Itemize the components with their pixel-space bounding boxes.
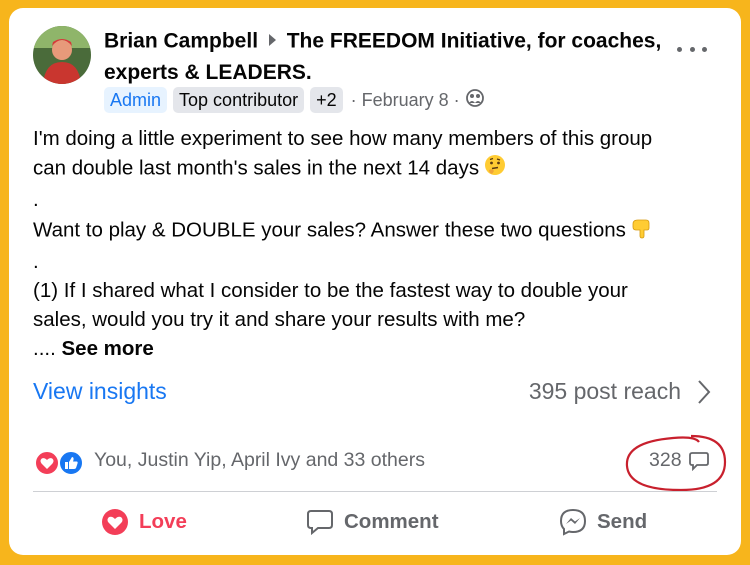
love-label: Love — [139, 510, 187, 533]
post-line: (1) If I shared what I consider to be th… — [33, 279, 628, 303]
post-line: can double last month's sales in the nex… — [33, 153, 713, 185]
post-line: . — [33, 188, 39, 212]
see-more-link[interactable]: See more — [62, 337, 154, 360]
author-badges: Admin Top contributor +2 · February 8 · — [104, 86, 484, 114]
love-button[interactable]: Love — [101, 504, 187, 540]
messenger-icon — [559, 508, 587, 536]
post-card: Brian Campbell The FREEDOM Initiative, f… — [9, 8, 741, 555]
comment-button[interactable]: Comment — [306, 504, 439, 540]
comment-label: Comment — [344, 510, 439, 533]
top-contributor-badge[interactable]: Top contributor — [173, 87, 305, 113]
more-badges-count[interactable]: +2 — [310, 87, 343, 113]
author-name[interactable]: Brian Campbell — [104, 30, 258, 53]
post-line: Want to play & DOUBLE your sales? Answer… — [33, 215, 713, 247]
comment-icon — [307, 510, 333, 535]
post-body: I'm doing a little experiment to see how… — [33, 124, 713, 364]
admin-badge[interactable]: Admin — [104, 87, 168, 113]
send-button[interactable]: Send — [559, 504, 647, 540]
post-line: . — [33, 249, 39, 273]
chevron-right-icon — [698, 379, 711, 404]
post-header: Brian Campbell The FREEDOM Initiative, f… — [104, 26, 664, 87]
post-date[interactable]: · February 8 · — [351, 90, 460, 111]
annotation-circle — [625, 434, 727, 492]
ellipsis: .... — [33, 337, 56, 361]
reactions-summary[interactable]: You, Justin Yip, April Ivy and 33 others — [94, 449, 425, 472]
reaction-icons[interactable] — [34, 449, 87, 477]
post-reach-label: 395 post reach — [528, 378, 681, 404]
post-line: .... See more — [33, 334, 713, 363]
more-options-icon[interactable] — [677, 41, 707, 57]
heart-icon — [102, 509, 128, 535]
view-insights-link[interactable]: View insights — [33, 378, 167, 405]
avatar[interactable] — [33, 26, 91, 84]
post-line: I'm doing a little experiment to see how… — [33, 127, 653, 150]
post-line: sales, would you try it and share your r… — [33, 308, 526, 332]
send-label: Send — [597, 510, 648, 533]
caret-right-icon — [268, 26, 277, 55]
group-privacy-icon — [465, 88, 484, 112]
thinking-face-emoji-icon — [483, 153, 507, 185]
post-reach[interactable]: 395 post reach — [529, 378, 711, 405]
pointing-down-emoji-icon — [630, 215, 654, 247]
actions-divider — [33, 491, 717, 492]
